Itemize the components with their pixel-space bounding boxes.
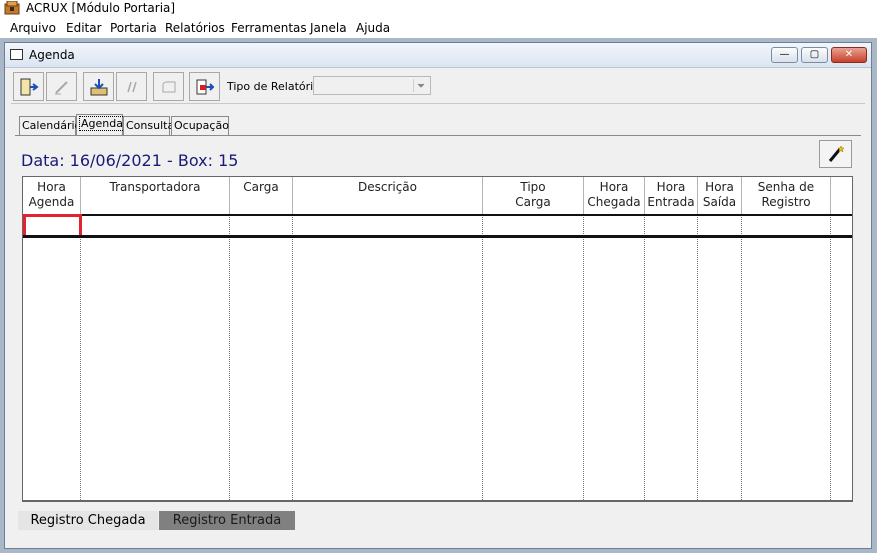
menu-janela[interactable]: Janela [310,21,347,35]
agenda-window-title-bar: Agenda — ▢ ✕ [5,43,871,68]
menu-arquivo[interactable]: Arquivo [10,21,56,35]
undo-button[interactable] [116,72,147,101]
close-icon: ✕ [844,49,854,60]
restore-icon: ▢ [809,49,820,60]
registro-entrada-button[interactable]: Registro Entrada [159,511,295,530]
table-row-divider [23,235,852,238]
col-header-hora-agenda[interactable]: Hora Agenda [23,177,80,213]
col-gridline [292,215,293,500]
col-separator [80,177,81,214]
app-title: ACRUX [Módulo Portaria] [26,1,176,15]
grid-header-divider [23,214,852,216]
col-header-line2: Entrada [647,195,695,209]
tab-ocupacao[interactable]: Ocupação [171,116,229,135]
save-button[interactable] [83,72,114,101]
col-header-line2: Registro [761,195,811,209]
col-separator [229,177,230,214]
col-header-senha-registro[interactable]: Senha de Registro [742,177,830,213]
col-separator [644,177,645,214]
magic-wand-button[interactable] [819,140,852,168]
col-header-hora-chegada[interactable]: Hora Chegada [584,177,644,213]
col-header-tipo-carga[interactable]: Tipo Carga [483,177,583,213]
col-separator [292,177,293,214]
menu-ajuda[interactable]: Ajuda [356,21,390,35]
col-separator [697,177,698,214]
agenda-grid[interactable]: Hora Agenda Transportadora Carga Descriç… [22,176,853,502]
col-gridline [741,215,742,500]
magic-wand-icon [828,145,845,162]
agenda-window: Agenda — ▢ ✕ Tipo de Relatório Calendári… [4,42,872,549]
tab-agenda[interactable]: Agenda [76,114,125,135]
col-header-line1: Carga [243,180,279,194]
app-title-bar: ACRUX [Módulo Portaria] [0,0,877,18]
exit-button[interactable] [13,72,44,101]
menu-editar[interactable]: Editar [66,21,102,35]
exit-icon [20,78,39,95]
save-download-icon [90,78,107,95]
agenda-date-box-title: Data: 16/06/2021 - Box: 15 [21,151,239,170]
col-gridline [80,215,81,500]
col-header-line2: Carga [515,195,551,209]
col-gridline [482,215,483,500]
menu-relatorios[interactable]: Relatórios [165,21,225,35]
col-header-line1: Hora [599,180,629,194]
tab-calendario-label: Calendário [22,119,82,132]
col-separator [741,177,742,214]
col-header-line2: Saída [702,195,737,209]
col-header-line2: Chegada [587,195,641,209]
redo-button[interactable] [153,72,184,101]
col-gridline [583,215,584,500]
menu-bar: Arquivo Editar Portaria Relatórios Ferra… [0,18,877,38]
col-header-line1: Hora [37,180,66,194]
registro-chegada-button[interactable]: Registro Chegada [18,511,158,530]
col-header-hora-entrada[interactable]: Hora Entrada [645,177,697,213]
col-header-line1: Tipo [520,180,546,194]
col-gridline [644,215,645,500]
col-separator [482,177,483,214]
edit-button[interactable] [46,72,77,101]
col-header-line1: Transportadora [109,180,201,194]
col-header-line1: Hora [705,180,734,194]
menu-ferramentas[interactable]: Ferramentas [231,21,307,35]
tab-ocupacao-label: Ocupação [174,119,229,132]
col-separator [583,177,584,214]
tipo-relatorio-select[interactable] [313,76,431,95]
tab-consulta-label: Consulta [126,119,175,132]
col-gridline [830,215,831,500]
col-header-transportadora[interactable]: Transportadora [81,177,229,213]
menu-portaria[interactable]: Portaria [110,21,157,35]
agenda-window-title: Agenda [29,48,75,62]
window-icon [10,49,23,60]
redo-icon [162,81,175,92]
col-header-hora-saida[interactable]: Hora Saída [698,177,741,213]
tipo-relatorio-label: Tipo de Relatório [227,80,320,93]
col-header-line1: Senha de [757,180,815,194]
chevron-down-icon[interactable] [413,79,428,92]
col-header-line1: Hora [656,180,686,194]
col-header-carga[interactable]: Carga [230,177,292,213]
export-icon [196,79,214,94]
col-header-line1: Descrição [357,180,418,194]
col-gridline [697,215,698,500]
minimize-button[interactable]: — [771,47,798,63]
tab-calendario[interactable]: Calendário [19,116,81,135]
app-icon [4,0,20,15]
minimize-icon: — [779,49,790,60]
edit-icon [54,80,68,94]
col-gridline [229,215,230,500]
undo-icon [126,81,137,92]
col-separator [830,177,831,214]
col-header-descricao[interactable]: Descrição [293,177,482,213]
toolbar-separator [11,103,865,104]
tab-agenda-label: Agenda [79,116,125,131]
export-button[interactable] [189,72,220,101]
col-header-line2: Agenda [28,195,75,209]
close-button[interactable]: ✕ [831,47,867,63]
restore-button[interactable]: ▢ [801,47,828,63]
tab-consulta[interactable]: Consulta [123,116,174,135]
